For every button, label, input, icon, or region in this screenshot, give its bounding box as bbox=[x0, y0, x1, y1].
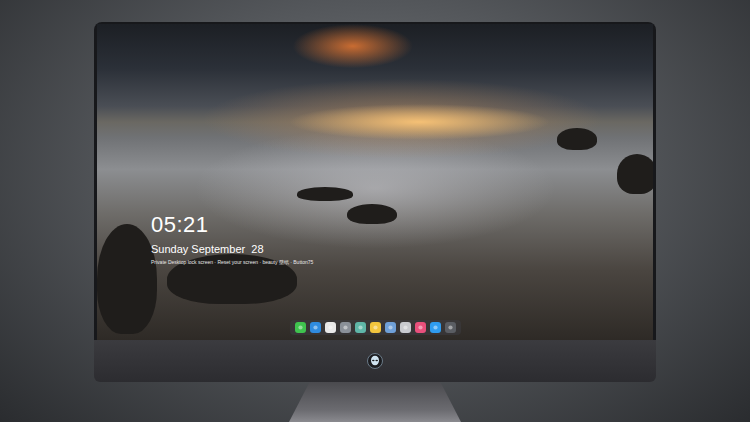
wallpaper-rock bbox=[557, 128, 597, 150]
dock-app-icon[interactable] bbox=[310, 322, 321, 333]
monitor-chin bbox=[94, 340, 656, 382]
dock-app-icon[interactable] bbox=[385, 322, 396, 333]
dock-app-icon[interactable] bbox=[340, 322, 351, 333]
app-glyph-icon bbox=[327, 324, 334, 331]
monitor-bezel: 05:21 Sunday September 28 Private Desktop … bbox=[94, 22, 656, 340]
dock-app-icon[interactable] bbox=[355, 322, 366, 333]
app-glyph-icon bbox=[357, 324, 364, 331]
app-glyph-icon bbox=[312, 324, 319, 331]
lock-notice: Private Desktop lock screen · Reset your… bbox=[151, 259, 653, 266]
monitor: 05:21 Sunday September 28 Private Desktop … bbox=[94, 22, 656, 422]
dock bbox=[290, 320, 461, 335]
clock-date: Sunday September 28 bbox=[151, 242, 653, 256]
lock-info: 05:21 Sunday September 28 Private Desktop … bbox=[97, 24, 653, 266]
dock-app-icon[interactable] bbox=[445, 322, 456, 333]
app-glyph-icon bbox=[372, 324, 379, 331]
wallpaper-rock bbox=[617, 154, 653, 194]
dock-app-icon[interactable] bbox=[325, 322, 336, 333]
app-glyph-icon bbox=[402, 324, 409, 331]
app-glyph-icon bbox=[417, 324, 424, 331]
clock-time: 05:21 bbox=[151, 212, 653, 238]
app-glyph-icon bbox=[447, 324, 454, 331]
lock-screen[interactable]: 05:21 Sunday September 28 Private Desktop … bbox=[97, 24, 653, 340]
wallpaper-rock bbox=[97, 224, 157, 334]
alien-logo-icon bbox=[367, 353, 383, 369]
dock-app-icon[interactable] bbox=[400, 322, 411, 333]
dock-app-icon[interactable] bbox=[370, 322, 381, 333]
wallpaper-rock bbox=[347, 204, 397, 224]
page: 05:21 Sunday September 28 Private Desktop … bbox=[0, 0, 750, 422]
dock-app-icon[interactable] bbox=[430, 322, 441, 333]
dock-app-icon[interactable] bbox=[295, 322, 306, 333]
monitor-stand bbox=[289, 382, 461, 422]
dock-app-icon[interactable] bbox=[415, 322, 426, 333]
app-glyph-icon bbox=[342, 324, 349, 331]
wallpaper-rock bbox=[297, 187, 353, 201]
app-glyph-icon bbox=[432, 324, 439, 331]
app-glyph-icon bbox=[387, 324, 394, 331]
app-glyph-icon bbox=[297, 324, 304, 331]
